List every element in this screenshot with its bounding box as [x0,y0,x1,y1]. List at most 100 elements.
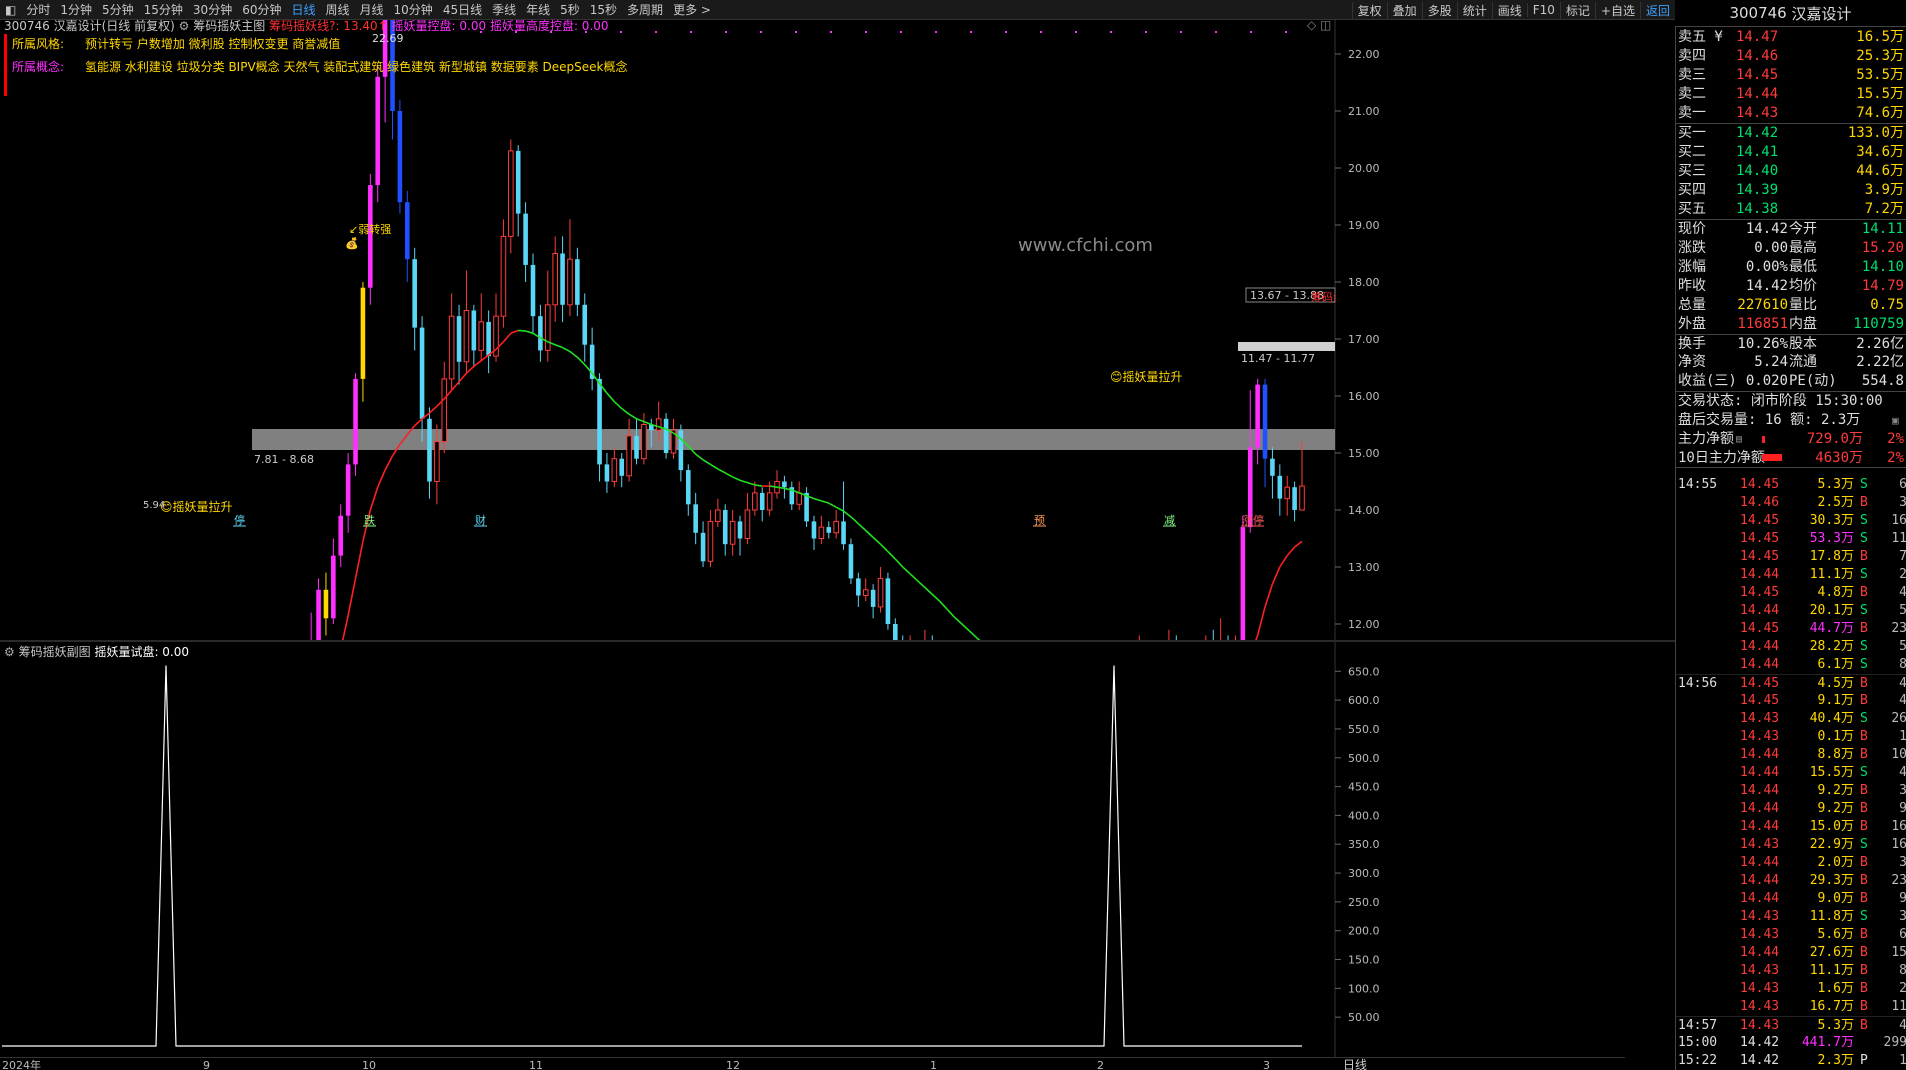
stat-value-2: 14.10 [1861,259,1904,275]
x-axis: 2024年 9 10 11 12 1 2 3 日线 [0,1057,1625,1070]
stat-value: 10.26% [1737,336,1788,352]
sell-order-row[interactable]: 卖二 14.44 15.5万 [1676,85,1906,104]
tool-button-0[interactable]: 复权 [1351,1,1387,19]
period-tab-12[interactable]: 年线 [521,1,555,18]
tick-price: 14.44 [1740,855,1780,870]
order-volume: 25.3万 [1856,48,1904,64]
tool-button-7[interactable]: +自选 [1594,1,1640,19]
tool-button-3[interactable]: 统计 [1456,1,1492,19]
tool-button-8[interactable]: 返回 [1639,1,1675,19]
tool-button-2[interactable]: 多股 [1421,1,1457,19]
event-marker: 停 [234,513,245,527]
tick-row: 14.43 5.6万 B 6 [1676,926,1906,944]
period-tab-10[interactable]: 45日线 [438,1,487,18]
signal-dot [1250,31,1252,33]
period-tab-11[interactable]: 季线 [487,1,521,18]
stat-value: 5.24 [1754,354,1788,370]
stat-value-2: 0.75 [1870,297,1904,313]
period-tab-4[interactable]: 30分钟 [188,1,237,18]
ma-segment [428,405,438,414]
buy-order-row[interactable]: 买一 14.42 133.0万 [1676,124,1906,143]
period-tab-7[interactable]: 周线 [321,1,355,18]
tick-volume: 11.8万 [1809,909,1854,924]
period-tab-bottom[interactable]: 日线 [1337,1056,1373,1070]
tool-button-6[interactable]: 标记 [1559,1,1595,19]
layout-icon[interactable]: ◧ [0,3,21,17]
volume-indicator-chart[interactable]: 650.0 600.0 550.0 500.0 450.0 400.0 350.0 300.0… [0,642,1675,1057]
order-price: 14.43 [1736,105,1779,121]
tool-button-5[interactable]: F10 [1526,3,1560,17]
candle [752,481,758,516]
candle [804,487,809,528]
candle [1247,390,1253,533]
order-price: 14.38 [1736,201,1779,217]
period-tab-14[interactable]: 15秒 [585,1,622,18]
candle [611,447,618,488]
info-icon[interactable]: ▤ [1736,430,1742,449]
chart-mini-controls[interactable]: ◇ ◫ [1307,18,1331,32]
period-tab-1[interactable]: 1分钟 [55,1,97,18]
candle [360,282,366,402]
tick-count: 4 [1899,1018,1906,1033]
expand-icon[interactable]: ▣ [1892,411,1899,430]
tick-side: B [1860,819,1868,834]
x-axis-labels: 2024年 9 10 11 12 1 2 3 [2,1058,1270,1070]
indicator-icon[interactable]: ⚙ [4,645,15,659]
period-tab-6[interactable]: 日线 [286,1,320,18]
signal-dot [655,31,657,33]
stat-row: 净资 5.24 流通 2.22亿 [1676,353,1906,372]
period-tab-15[interactable]: 多周期 [622,1,668,18]
tick-row: 14.46 2.5万 B 3 [1676,494,1906,512]
buy-order-row[interactable]: 买五 14.38 7.2万 [1676,200,1906,219]
sub-indicator-name[interactable]: 筹码摇妖副图 [19,645,91,659]
sell-order-row[interactable]: 卖三 14.45 53.5万 [1676,66,1906,85]
candle [523,202,528,282]
period-tab-16[interactable]: 更多 > [668,1,716,18]
y-tick-label: 22.00 [1348,48,1380,61]
period-tab-0[interactable]: 分时 [21,1,55,18]
tool-button-1[interactable]: 叠加 [1386,1,1422,19]
ma-segment [776,486,785,490]
period-tab-2[interactable]: 5分钟 [97,1,139,18]
sell-order-row[interactable]: 卖一 14.43 74.6万 [1676,104,1906,123]
tick-list[interactable]: 14:55 14.45 5.3万 S 6 14.46 2.5万 B 3 14.45 30.3万 S 16… [1676,468,1906,1070]
ma-segment [865,529,874,538]
tick-count: 4 [1899,585,1906,600]
ma-segment [747,481,756,486]
tick-side: B [1860,945,1868,960]
tick-side: B [1860,676,1868,691]
period-tab-5[interactable]: 60分钟 [237,1,286,18]
period-tab-8[interactable]: 月线 [355,1,389,18]
tool-button-4[interactable]: 画线 [1491,1,1527,19]
period-tab-13[interactable]: 5秒 [555,1,585,18]
candlestick-chart[interactable]: 22.00 21.00 20.00 19.00 18.00 17.00 16.00 15.00… [0,20,1675,640]
buy-order-row[interactable]: 买四 14.39 3.9万 [1676,181,1906,200]
tick-volume: 16.7万 [1809,999,1854,1014]
period-tab-9[interactable]: 10分钟 [389,1,438,18]
buy-order-row[interactable]: 买三 14.40 44.6万 [1676,162,1906,181]
candle [663,413,669,459]
ma-segment [1279,555,1288,568]
tick-volume: 8.8万 [1817,747,1854,762]
tick-volume: 28.2万 [1809,639,1854,654]
ma-segment [872,536,882,545]
candle [826,521,832,539]
stat-value-2: 2.22亿 [1856,354,1904,370]
ma-segment [613,401,623,410]
indicator-icon[interactable]: ⚙ [179,19,190,33]
x-tick-label: 12 [726,1059,740,1070]
tick-side: S [1860,909,1868,924]
sell-order-row[interactable]: 卖五 ¥ 14.47 16.5万 [1676,28,1906,47]
sell-order-row[interactable]: 卖四 14.46 25.3万 [1676,47,1906,66]
ma-segment [502,332,512,343]
period-tab-3[interactable]: 15分钟 [139,1,188,18]
tick-volume: 6.1万 [1817,657,1854,672]
indicator-name[interactable]: 筹码摇妖主图 [193,19,265,33]
ma-segment [1294,540,1303,548]
stat-row: 收益(三) 0.020 PE(动) 554.8 [1676,372,1906,391]
tick-row: 14.43 22.9万 S 16 [1676,836,1906,854]
tick-volume: 9.1万 [1817,693,1854,708]
buy-order-row[interactable]: 买二 14.41 34.6万 [1676,143,1906,162]
ma-segment [606,392,615,403]
stat-row: 总量 227610 量比 0.75 [1676,296,1906,315]
